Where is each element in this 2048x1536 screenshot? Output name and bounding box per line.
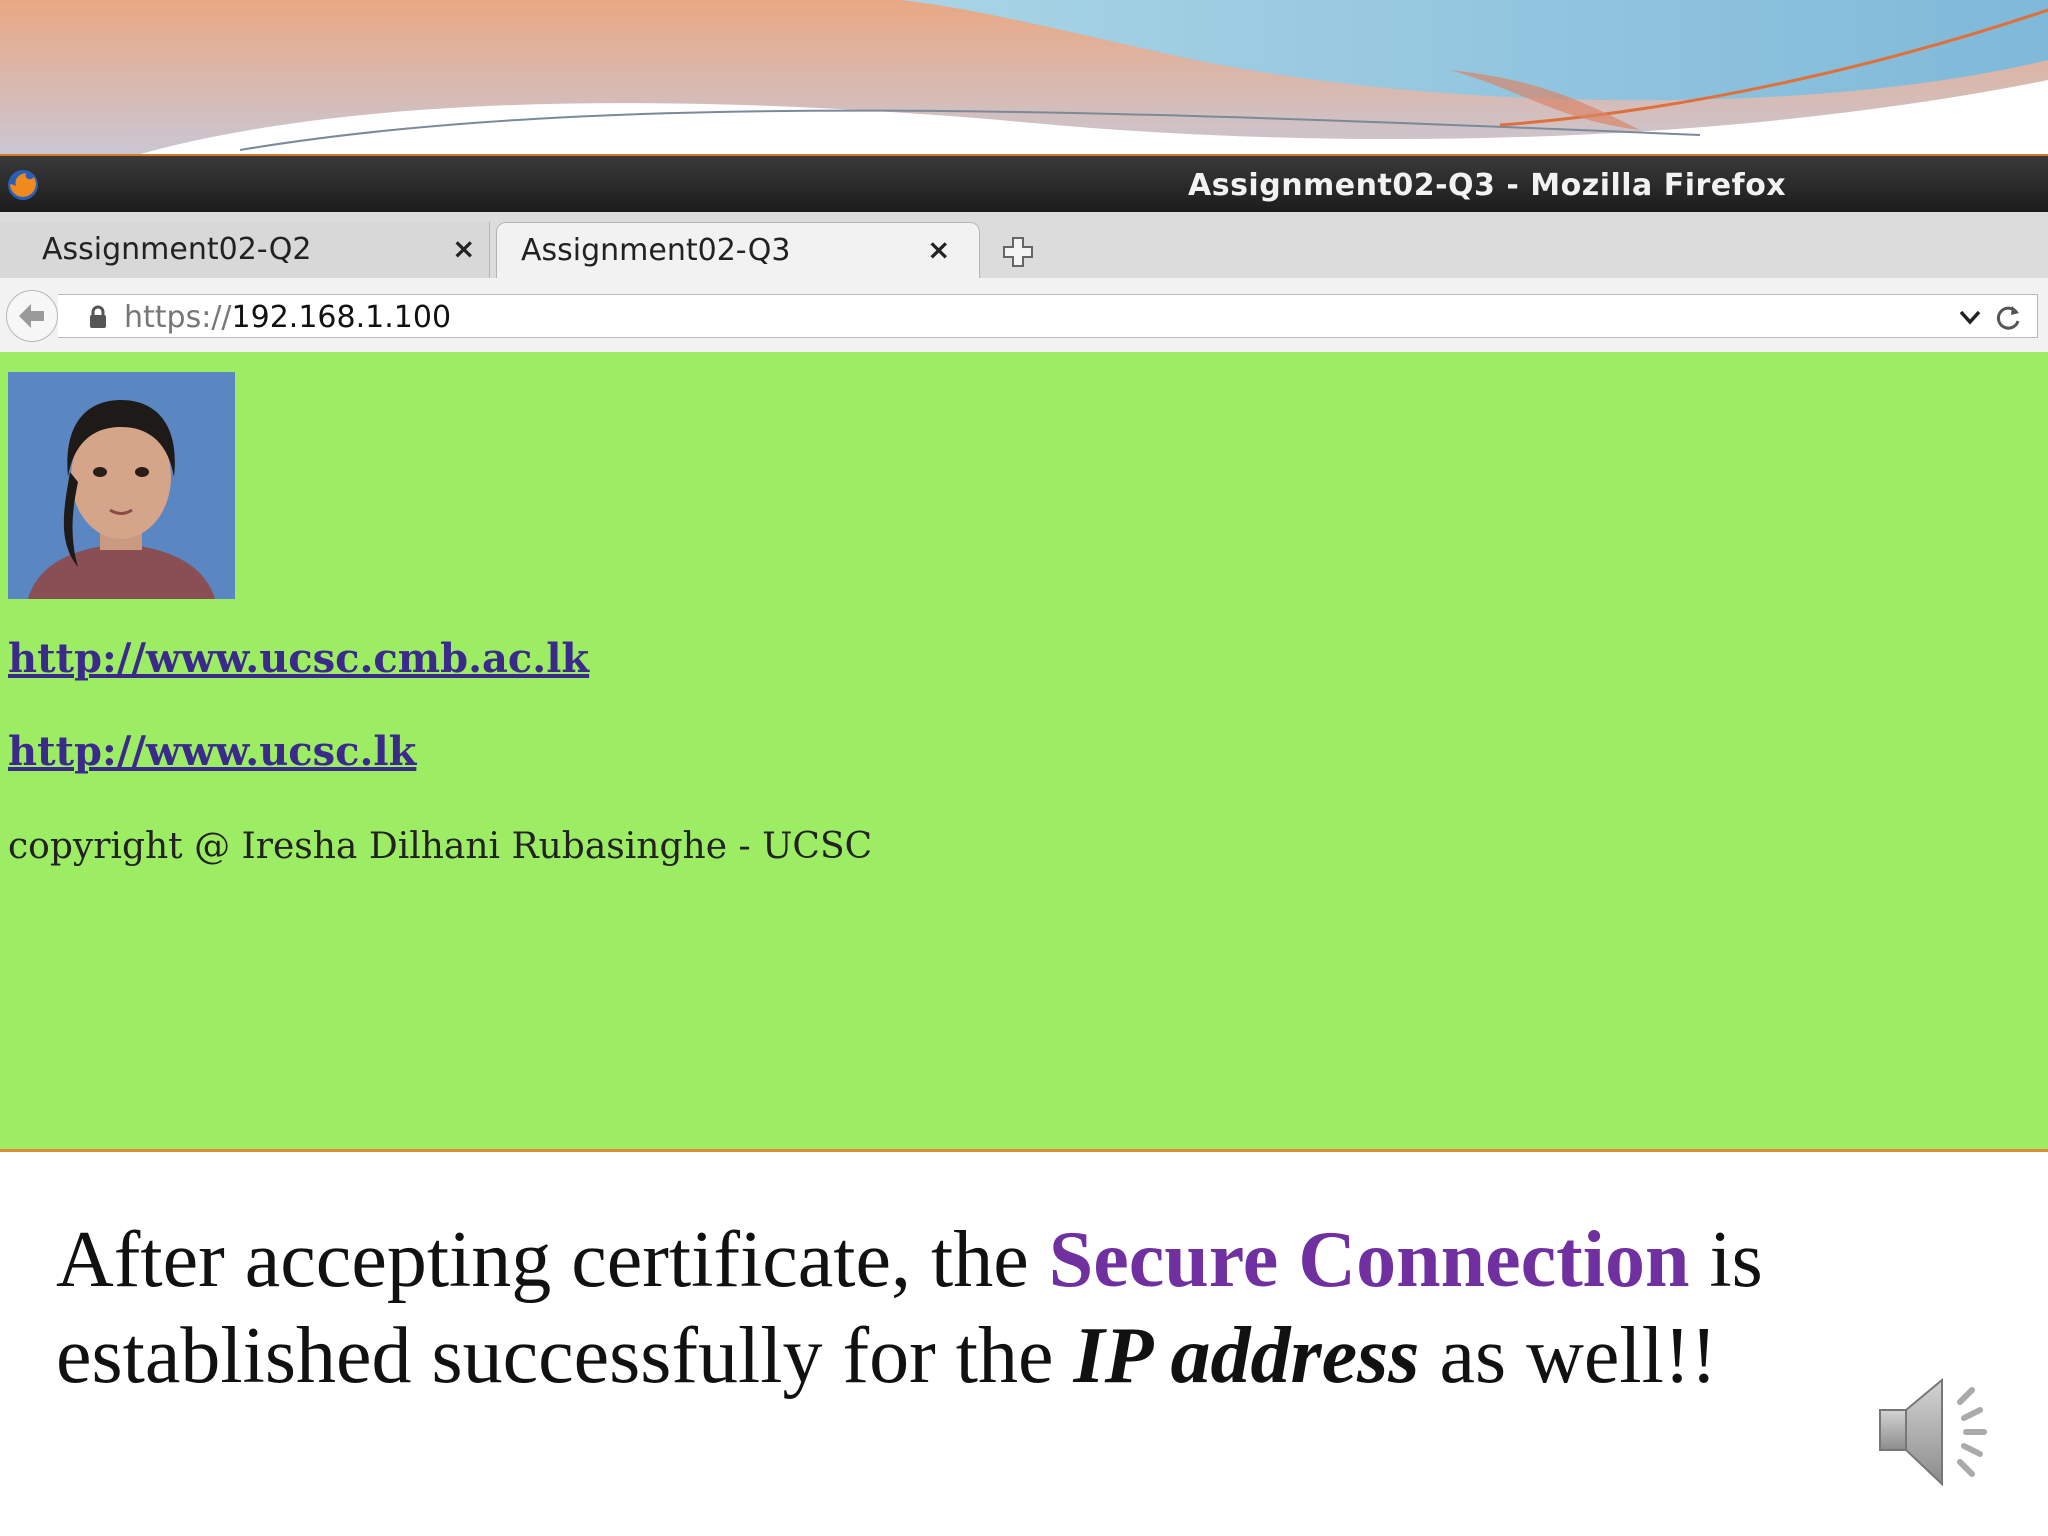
- tab-label: Assignment02-Q3: [521, 233, 791, 268]
- slide-banner: [0, 0, 2048, 160]
- back-arrow-icon: [19, 304, 44, 328]
- dropdown-chevron-icon[interactable]: [1956, 303, 1984, 331]
- profile-photo: [8, 372, 235, 599]
- firefox-logo-icon: [8, 170, 38, 200]
- page-content: http://www.ucsc.cmb.ac.lk http://www.ucs…: [0, 352, 2048, 1152]
- caption-highlight: Secure Connection: [1048, 1216, 1690, 1304]
- copyright-text: copyright @ Iresha Dilhani Rubasinghe - …: [8, 826, 873, 867]
- url-host: 192.168.1.100: [231, 300, 452, 335]
- browser-window: Assignment02-Q3 - Mozilla Firefox Assign…: [0, 154, 2048, 1152]
- url-scheme: https://: [124, 300, 232, 335]
- tab-close-button[interactable]: ×: [452, 232, 475, 265]
- tab-assignment02-q3[interactable]: Assignment02-Q3 ×: [496, 222, 980, 278]
- reload-icon[interactable]: [1992, 301, 2024, 333]
- tab-close-button[interactable]: ×: [927, 233, 950, 266]
- url-bar[interactable]: https://192.168.1.100: [58, 294, 2038, 338]
- tab-strip: Assignment02-Q2 × Assignment02-Q3 ×: [0, 212, 2048, 279]
- back-button[interactable]: [6, 290, 58, 342]
- caption-text: After accepting certificate, the: [56, 1216, 1049, 1304]
- link-ucsc-lk[interactable]: http://www.ucsc.lk: [8, 728, 416, 775]
- url-text[interactable]: https://192.168.1.100: [124, 300, 451, 335]
- speaker-icon[interactable]: [1876, 1368, 2008, 1500]
- new-tab-icon[interactable]: [998, 232, 1038, 272]
- window-title: Assignment02-Q3 - Mozilla Firefox: [1188, 168, 1787, 203]
- tab-label: Assignment02-Q2: [42, 232, 312, 267]
- caption-emphasis: IP address: [1073, 1312, 1420, 1400]
- caption-text: as well!!: [1419, 1312, 1718, 1400]
- slide-caption: After accepting certificate, the Secure …: [56, 1212, 1936, 1404]
- tab-assignment02-q2[interactable]: Assignment02-Q2 ×: [0, 222, 490, 278]
- lock-icon[interactable]: [88, 305, 108, 329]
- navigation-bar: https://192.168.1.100: [0, 278, 2048, 353]
- link-ucsc-cmb[interactable]: http://www.ucsc.cmb.ac.lk: [8, 635, 589, 682]
- title-bar: Assignment02-Q3 - Mozilla Firefox: [0, 154, 2048, 212]
